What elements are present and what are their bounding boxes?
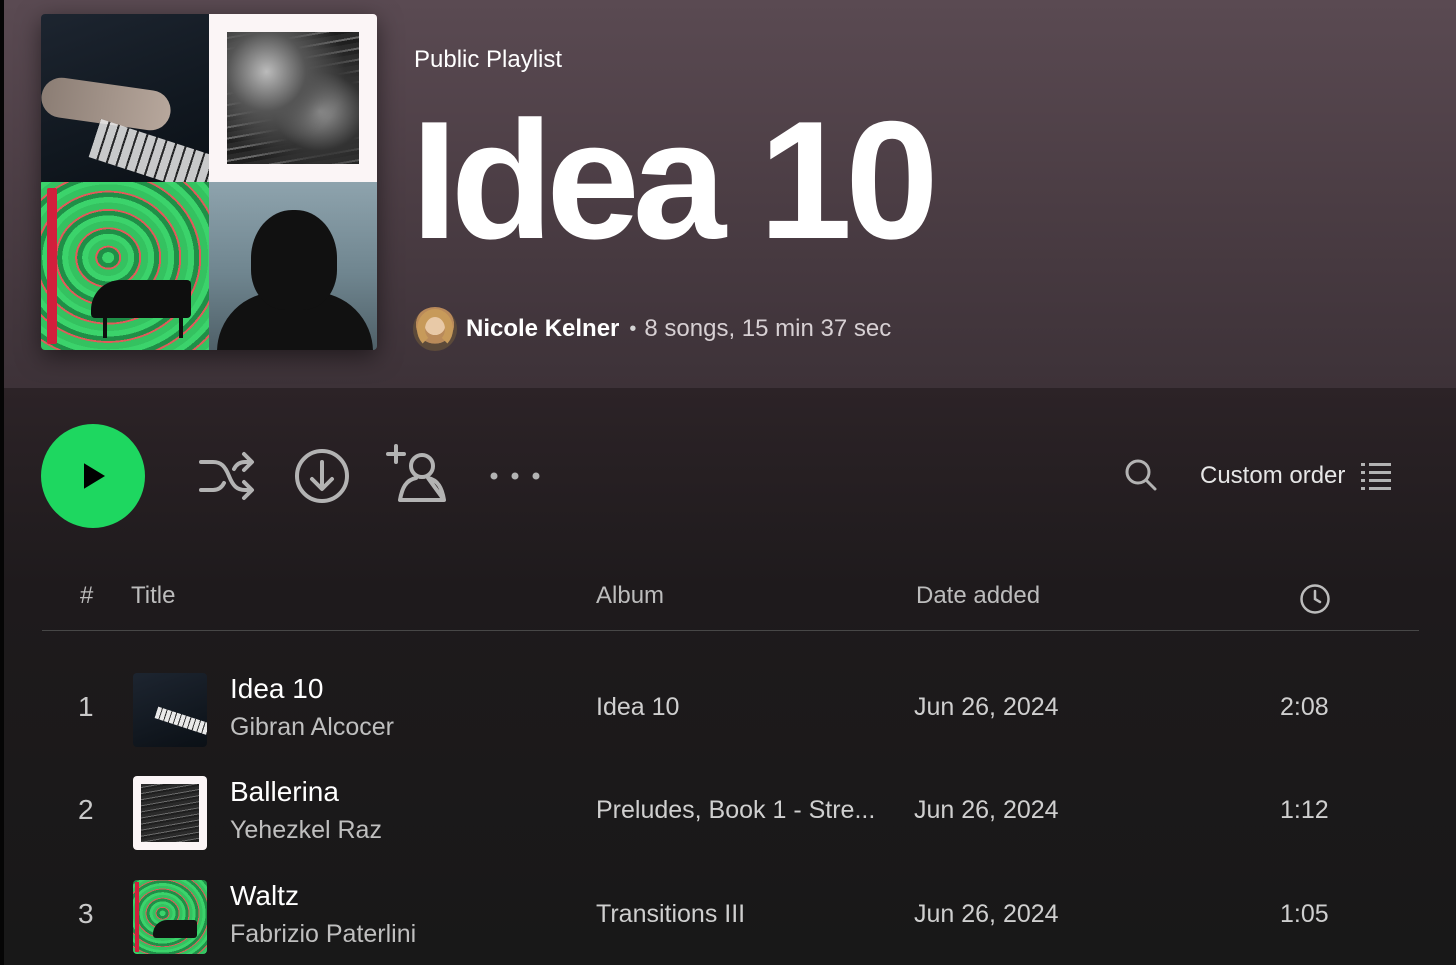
download-button[interactable] — [292, 446, 352, 506]
track-duration: 1:12 — [1280, 796, 1329, 824]
play-icon — [84, 463, 105, 489]
shuffle-icon — [199, 452, 254, 500]
track-duration: 1:05 — [1280, 900, 1329, 928]
track-artist[interactable]: Yehezkel Raz — [230, 816, 382, 845]
track-thumbnail — [133, 880, 207, 954]
sort-dropdown[interactable]: Custom order — [1200, 456, 1392, 496]
track-album[interactable]: Preludes, Book 1 - Stre... — [596, 796, 875, 825]
window-edge — [0, 0, 4, 965]
column-header-date-added[interactable]: Date added — [916, 582, 1040, 610]
track-thumbnail — [133, 673, 207, 747]
cover-tile-clouds — [209, 14, 377, 182]
silhouette-head — [251, 210, 337, 310]
piano-leg — [179, 316, 183, 338]
add-user-icon — [386, 444, 446, 502]
track-thumbnail — [133, 776, 207, 850]
track-title[interactable]: Ballerina — [230, 776, 339, 808]
invite-collaborator-button[interactable] — [386, 442, 450, 506]
more-icon — [490, 472, 540, 480]
track-number: 3 — [78, 898, 94, 929]
track-date-added: Jun 26, 2024 — [914, 796, 1059, 824]
track-date-added: Jun 26, 2024 — [914, 900, 1059, 928]
track-title[interactable]: Idea 10 — [230, 673, 323, 705]
meta-separator: • — [629, 317, 637, 340]
playlist-cover[interactable] — [41, 14, 377, 350]
track-artist[interactable]: Fabrizio Paterlini — [230, 920, 416, 949]
column-header-duration[interactable] — [1298, 582, 1332, 616]
playlist-title[interactable]: Idea 10 — [411, 96, 939, 264]
cover-tile-piano — [41, 14, 209, 182]
track-duration: 2:08 — [1280, 693, 1329, 721]
track-title[interactable]: Waltz — [230, 880, 299, 912]
track-row[interactable]: 3 Waltz Fabrizio Paterlini Transitions I… — [42, 880, 1419, 965]
play-button[interactable] — [41, 424, 145, 528]
shuffle-button[interactable] — [196, 446, 258, 506]
piano-silhouette — [91, 280, 191, 318]
track-date-added: Jun 26, 2024 — [914, 693, 1059, 721]
clouds-art — [227, 32, 359, 164]
sort-label: Custom order — [1200, 462, 1346, 489]
owner-link[interactable]: Nicole Kelner — [466, 315, 619, 343]
track-album[interactable]: Idea 10 — [596, 693, 679, 722]
owner-avatar[interactable] — [413, 307, 457, 351]
red-stripe — [47, 188, 57, 344]
playlist-stats: 8 songs, 15 min 37 sec — [644, 315, 892, 342]
table-header-divider — [42, 630, 1419, 631]
track-number: 1 — [78, 691, 94, 722]
search-in-playlist-button[interactable] — [1118, 452, 1164, 498]
track-row[interactable]: 2 Ballerina Yehezkel Raz Preludes, Book … — [42, 776, 1419, 872]
playlist-type-label: Public Playlist — [414, 46, 563, 73]
download-icon — [295, 449, 349, 503]
track-artist[interactable]: Gibran Alcocer — [230, 713, 394, 742]
piano-leg — [103, 316, 107, 338]
track-number: 2 — [78, 794, 94, 825]
clock-icon — [1300, 584, 1330, 614]
cover-tile-portrait — [209, 182, 377, 350]
column-header-album[interactable]: Album — [596, 582, 664, 610]
playlist-meta: Nicole Kelner • 8 songs, 15 min 37 sec — [413, 306, 891, 352]
search-icon — [1125, 459, 1157, 491]
cover-tile-green — [41, 182, 209, 350]
more-options-button[interactable] — [488, 456, 542, 496]
column-header-number: # — [80, 582, 94, 609]
track-row[interactable]: 1 Idea 10 Gibran Alcocer Idea 10 Jun 26,… — [42, 673, 1419, 769]
avatar-hair — [417, 309, 453, 349]
track-album[interactable]: Transitions III — [596, 900, 745, 929]
column-header-title[interactable]: Title — [131, 582, 175, 610]
list-icon — [1361, 463, 1392, 490]
